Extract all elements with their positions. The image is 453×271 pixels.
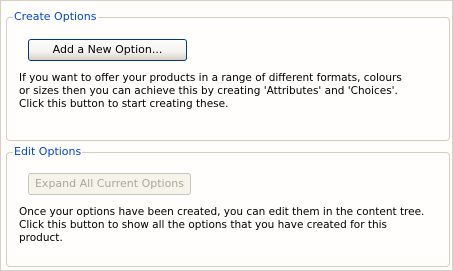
expand-all-options-button[interactable]: Expand All Current Options bbox=[28, 173, 191, 195]
create-options-description: If you want to offer your products in a … bbox=[19, 72, 402, 110]
edit-options-description: Once your options have been created, you… bbox=[19, 206, 425, 244]
options-panel: Create Options Add a New Option... If yo… bbox=[0, 0, 453, 271]
edit-options-group: Edit Options Expand All Current Options … bbox=[6, 145, 450, 267]
create-options-group: Create Options Add a New Option... If yo… bbox=[6, 10, 450, 141]
create-options-legend: Create Options bbox=[13, 10, 98, 24]
add-new-option-button[interactable]: Add a New Option... bbox=[28, 39, 187, 61]
edit-options-legend: Edit Options bbox=[13, 145, 83, 159]
